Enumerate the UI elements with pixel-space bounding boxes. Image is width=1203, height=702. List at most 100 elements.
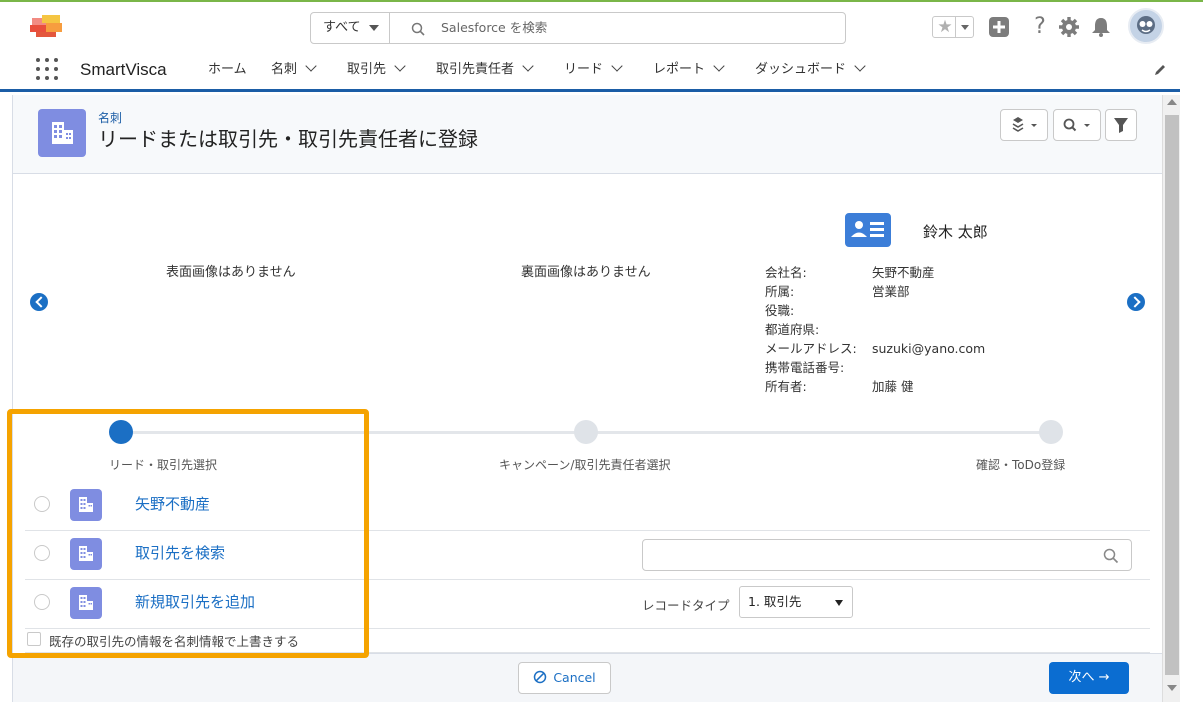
- favorites-button[interactable]: ★: [932, 16, 974, 38]
- chevron-down-icon[interactable]: [522, 60, 534, 72]
- front-image-placeholder: 表面画像はありません: [166, 265, 296, 280]
- scroll-thumb[interactable]: [1165, 115, 1179, 675]
- user-avatar[interactable]: [1128, 8, 1164, 44]
- search-icon: [1103, 548, 1119, 564]
- detail-label: 携帯電話番号:: [765, 360, 845, 375]
- detail-value: 営業部: [872, 284, 910, 299]
- business-card-object-icon: [38, 109, 86, 157]
- detail-label: 所属:: [765, 284, 795, 299]
- step-2-label: キャンペーン/取引先責任者選択: [499, 458, 671, 472]
- page-title: リードまたは取引先・取引先責任者に登録: [98, 127, 478, 151]
- vertical-scrollbar[interactable]: [1162, 95, 1180, 702]
- radio-existing-account[interactable]: [34, 496, 50, 512]
- option-search-account[interactable]: 取引先を検索: [25, 531, 1150, 580]
- step-3-label: 確認・ToDo登録: [976, 458, 1066, 472]
- help-icon[interactable]: ?: [1028, 14, 1052, 40]
- search-input[interactable]: Salesforce を検索: [441, 13, 547, 43]
- global-actions-icon[interactable]: [988, 14, 1012, 40]
- next-button[interactable]: 次へ →: [1049, 662, 1129, 694]
- record-type-label: レコードタイプ: [642, 598, 730, 613]
- scroll-up-arrow-icon[interactable]: [1167, 99, 1177, 105]
- next-label: 次へ →: [1068, 670, 1110, 685]
- nav-tab-label: レポート: [653, 62, 706, 77]
- filter-button[interactable]: [1105, 109, 1137, 141]
- nav-tab-label: ホーム: [208, 62, 247, 77]
- main-panel: 名刺 リードまたは取引先・取引先責任者に登録 表面画像はありません 裏面画像はあ…: [12, 95, 1163, 702]
- nav-tab-home[interactable]: ホーム: [208, 48, 247, 92]
- account-icon: [70, 587, 102, 619]
- favorites-dropdown-icon[interactable]: [955, 17, 974, 37]
- nav-tab-label: 取引先責任者: [436, 62, 515, 77]
- chevron-down-icon[interactable]: [854, 60, 866, 72]
- cancel-icon: [534, 670, 547, 684]
- step-1-label: リード・取引先選択: [109, 458, 218, 472]
- next-card-arrow-icon[interactable]: [1127, 293, 1145, 311]
- detail-value: 矢野不動産: [872, 265, 935, 280]
- back-image-placeholder: 裏面画像はありません: [521, 265, 651, 280]
- nav-tab-contacts[interactable]: 取引先責任者: [436, 48, 534, 92]
- cancel-button[interactable]: Cancel: [518, 662, 611, 694]
- salesforce-logo[interactable]: [28, 12, 68, 42]
- record-type-select[interactable]: 1. 取引先: [739, 586, 853, 618]
- app-launcher-icon[interactable]: [36, 58, 58, 80]
- nav-tab-label: リード: [564, 62, 604, 77]
- nav-tab-label: ダッシュボード: [755, 62, 847, 77]
- option-existing-account[interactable]: 矢野不動産: [25, 482, 1150, 531]
- overwrite-option[interactable]: 既存の取引先の情報を名刺情報で上書きする: [25, 629, 1150, 653]
- overwrite-checkbox[interactable]: [27, 632, 41, 646]
- chevron-down-icon[interactable]: [394, 60, 406, 72]
- chevron-down-icon[interactable]: [305, 60, 317, 72]
- edit-nav-pencil-icon[interactable]: [1153, 62, 1167, 81]
- modal-footer: Cancel 次へ →: [13, 653, 1163, 702]
- search-menu-button[interactable]: [1053, 109, 1101, 141]
- nav-tab-reports[interactable]: レポート: [653, 48, 725, 92]
- nav-tab-leads[interactable]: リード: [564, 48, 623, 92]
- step-2-indicator[interactable]: [574, 420, 598, 444]
- cancel-label: Cancel: [553, 670, 596, 685]
- contact-name: 鈴木 太郎: [923, 223, 988, 241]
- chevron-down-icon[interactable]: [713, 60, 725, 72]
- existing-account-link[interactable]: 矢野不動産: [135, 493, 210, 514]
- global-header: すべて Salesforce を検索 ★ ?: [0, 2, 1203, 48]
- detail-label: 所有者:: [765, 379, 807, 394]
- app-name: SmartVisca: [80, 60, 167, 79]
- option-new-account[interactable]: 新規取引先を追加 レコードタイプ 1. 取引先: [25, 580, 1150, 629]
- detail-label: メールアドレス:: [765, 341, 857, 356]
- nav-tab-label: 名刺: [271, 62, 298, 77]
- page-header: 名刺 リードまたは取引先・取引先責任者に登録: [13, 95, 1163, 174]
- scroll-down-arrow-icon[interactable]: [1167, 685, 1177, 691]
- new-account-link[interactable]: 新規取引先を追加: [135, 591, 255, 612]
- app-navigation-bar: SmartVisca ホーム 名刺 取引先 取引先責任者 リード レポート ダッ…: [0, 48, 1203, 92]
- chevron-down-icon[interactable]: [611, 60, 623, 72]
- global-search: すべて Salesforce を検索: [310, 12, 846, 44]
- caret-down-icon: [369, 25, 379, 31]
- card-preview: 表面画像はありません 裏面画像はありません 鈴木 太郎 会社名: 矢野不動産 所属…: [13, 175, 1163, 415]
- step-3-indicator[interactable]: [1039, 420, 1063, 444]
- search-scope-select[interactable]: すべて: [311, 13, 390, 43]
- detail-label: 会社名:: [765, 265, 807, 280]
- step-1-indicator[interactable]: [109, 420, 133, 444]
- nav-tab-cards[interactable]: 名刺: [271, 48, 317, 92]
- detail-value: 加藤 健: [872, 379, 914, 394]
- nav-tab-label: 取引先: [347, 62, 387, 77]
- overwrite-label: 既存の取引先の情報を名刺情報で上書きする: [49, 634, 300, 649]
- detail-label: 役職:: [765, 303, 795, 318]
- previous-card-arrow-icon[interactable]: [30, 293, 48, 311]
- account-icon: [70, 538, 102, 570]
- search-icon: [411, 21, 425, 40]
- search-account-link[interactable]: 取引先を検索: [135, 542, 225, 563]
- nav-tab-accounts[interactable]: 取引先: [347, 48, 406, 92]
- account-search-input[interactable]: [642, 539, 1132, 571]
- setup-gear-icon[interactable]: [1058, 14, 1082, 40]
- radio-search-account[interactable]: [34, 545, 50, 561]
- layers-menu-button[interactable]: [1000, 109, 1048, 141]
- detail-value: suzuki@yano.com: [872, 341, 986, 356]
- star-icon: ★: [937, 17, 953, 37]
- detail-label: 都道府県:: [765, 322, 820, 337]
- notifications-bell-icon[interactable]: [1090, 14, 1114, 40]
- radio-new-account[interactable]: [34, 594, 50, 610]
- right-gutter: [1180, 48, 1203, 702]
- app-window: すべて Salesforce を検索 ★ ? SmartVisca ホーム 名刺…: [0, 0, 1203, 702]
- nav-tab-dashboards[interactable]: ダッシュボード: [755, 48, 866, 92]
- search-scope-label: すべて: [323, 20, 361, 35]
